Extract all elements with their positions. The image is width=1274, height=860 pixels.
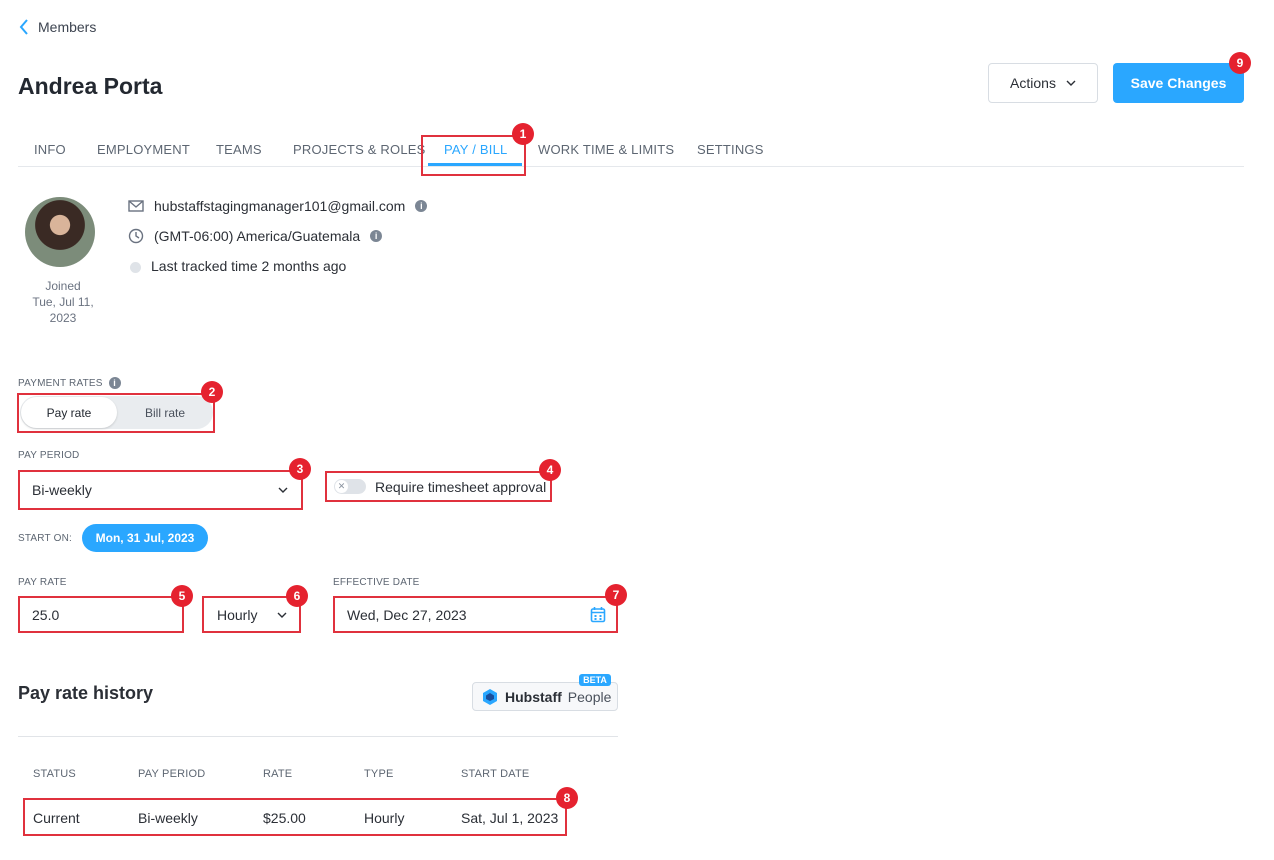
info-icon[interactable]: i (370, 230, 383, 242)
back-to-members-link[interactable]: Members (18, 18, 96, 36)
actions-button[interactable]: Actions (988, 63, 1098, 103)
last-tracked-text: Last tracked time 2 months ago (151, 258, 347, 274)
effective-date-label: EFFECTIVE DATE (333, 577, 420, 588)
pay-rate-history-title: Pay rate history (18, 683, 154, 703)
avatar (25, 197, 95, 267)
annotation-badge: 6 (286, 585, 308, 607)
start-on-label: START ON: (18, 533, 73, 544)
annotation-box (18, 596, 184, 633)
annotation-badge: 2 (201, 381, 223, 403)
hubstaff-logo-icon (483, 688, 497, 705)
joined-label: Joined (45, 279, 81, 293)
logo-brand-text: Hubstaff (505, 688, 562, 705)
annotation-box (202, 596, 301, 633)
hubstaff-people-logo: Hubstaff People (472, 682, 618, 711)
info-icon[interactable]: i (415, 200, 428, 212)
logo-product-text: People (567, 688, 612, 705)
annotation-badge: 4 (539, 459, 561, 481)
info-icon[interactable]: i (108, 377, 121, 389)
annotation-badge: 8 (556, 787, 578, 809)
page-title: Andrea Porta (18, 73, 163, 99)
annotation-badge: 7 (605, 584, 627, 606)
annotation-badge: 5 (171, 585, 193, 607)
tab-bar: INFO EMPLOYMENT TEAMS PROJECTS & ROLES P… (18, 130, 1244, 167)
annotation-box (325, 471, 552, 502)
back-link-label: Members (38, 19, 97, 35)
joined-date: Tue, Jul 11, 2023 (32, 295, 94, 325)
column-header-status: STATUS (33, 768, 76, 780)
actions-button-label: Actions (1010, 75, 1056, 91)
tab-work-time-limits[interactable]: WORK TIME & LIMITS (538, 142, 674, 157)
tab-employment[interactable]: EMPLOYMENT (97, 142, 190, 157)
annotation-box (23, 798, 567, 836)
email-row: hubstaffstagingmanager101@gmail.com i (128, 198, 428, 214)
column-header-rate: RATE (263, 768, 293, 780)
tab-info[interactable]: INFO (34, 142, 66, 157)
annotation-badge: 1 (512, 123, 534, 145)
pay-rate-label: PAY RATE (18, 577, 67, 588)
status-dot-icon (130, 261, 141, 273)
tab-projects-roles[interactable]: PROJECTS & ROLES (293, 142, 426, 157)
divider (18, 736, 618, 737)
pay-period-label: PAY PERIOD (18, 450, 80, 461)
annotation-box (421, 135, 526, 176)
beta-badge: BETA (579, 674, 611, 686)
joined-info: Joined Tue, Jul 11, 2023 (18, 278, 108, 326)
timezone-text: (GMT-06:00) America/Guatemala (154, 228, 361, 244)
column-header-type: TYPE (364, 768, 394, 780)
globe-clock-icon (128, 228, 144, 244)
annotation-badge: 3 (289, 458, 311, 480)
column-header-pay-period: PAY PERIOD (138, 768, 206, 780)
payment-rates-label: PAYMENT RATES i (18, 377, 121, 389)
timezone-row: (GMT-06:00) America/Guatemala i (128, 228, 383, 244)
payment-rates-label-text: PAYMENT RATES (18, 377, 103, 389)
tab-settings[interactable]: SETTINGS (697, 142, 764, 157)
annotation-badge: 9 (1229, 52, 1251, 74)
chevron-down-icon (1066, 80, 1076, 86)
annotation-box (18, 470, 303, 510)
mail-icon (128, 200, 144, 212)
last-tracked-row: Last tracked time 2 months ago (128, 258, 346, 274)
annotation-box (333, 596, 618, 633)
column-header-start-date: START DATE (461, 768, 530, 780)
start-on-date-pill[interactable]: Mon, 31 Jul, 2023 (82, 524, 208, 552)
annotation-box (17, 393, 215, 433)
save-changes-button[interactable]: Save Changes (1113, 63, 1244, 103)
chevron-left-icon (19, 19, 28, 35)
email-text: hubstaffstagingmanager101@gmail.com (154, 198, 406, 214)
tab-teams[interactable]: TEAMS (216, 142, 262, 157)
